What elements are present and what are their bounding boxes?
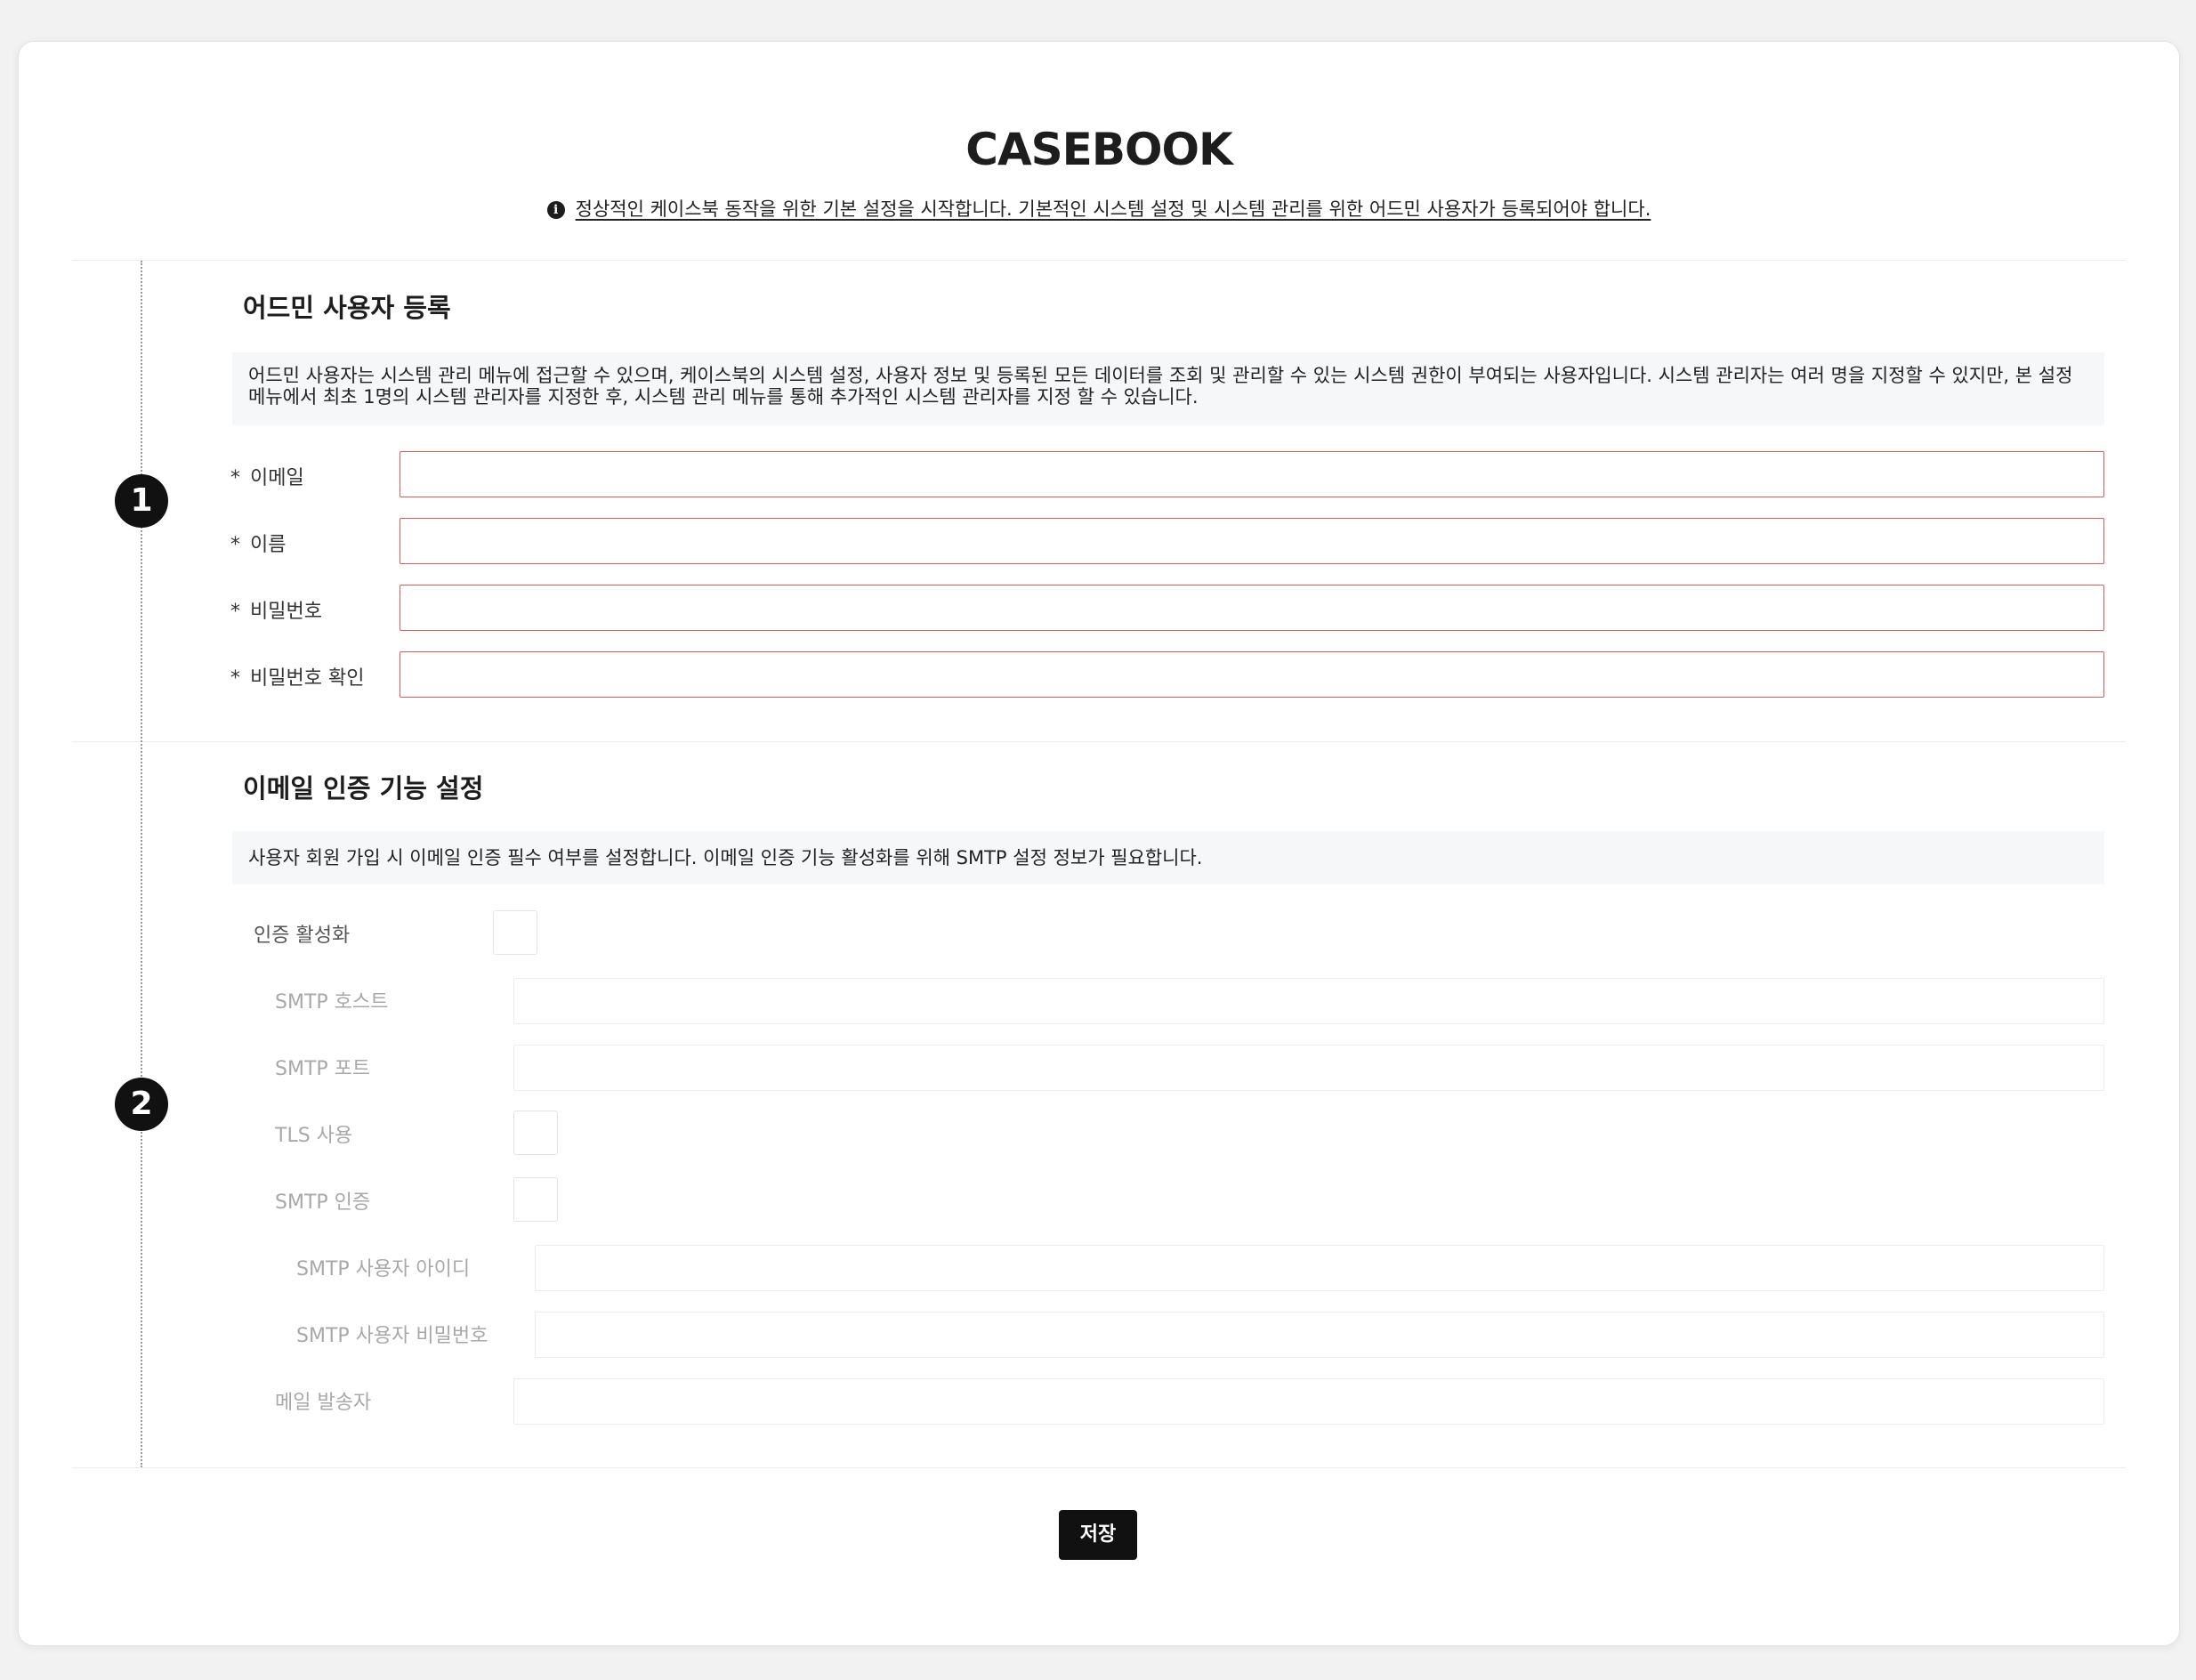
step-1-badge: 1: [115, 474, 168, 528]
step-timeline: [141, 261, 142, 1467]
divider-top: [72, 260, 2126, 261]
save-button[interactable]: 저장: [1059, 1510, 1137, 1560]
password-confirm-label: * 비밀번호 확인: [230, 667, 365, 690]
sender-label: 메일 발송자: [275, 1392, 372, 1414]
auth-enable-checkbox[interactable]: [493, 910, 537, 955]
tls-label: TLS 사용: [275, 1125, 353, 1147]
divider-bottom: [72, 1467, 2126, 1468]
password-confirm-field[interactable]: [400, 651, 2104, 698]
smtp-auth-label: SMTP 인증: [275, 1191, 371, 1214]
admin-section-title: 어드민 사용자 등록: [243, 293, 451, 323]
email-section-description: 사용자 회원 가입 시 이메일 인증 필수 여부를 설정합니다. 이메일 인증 …: [232, 831, 2104, 884]
required-mark: *: [230, 601, 240, 623]
email-field[interactable]: [400, 451, 2104, 497]
setup-notice: i 정상적인 케이스북 동작을 위한 기본 설정을 시작합니다. 기본적인 시스템…: [19, 195, 2179, 222]
step-2-badge: 2: [115, 1078, 168, 1131]
tls-checkbox[interactable]: [513, 1111, 558, 1155]
required-mark: *: [230, 467, 240, 489]
email-section-title: 이메일 인증 기능 설정: [243, 773, 484, 804]
divider-middle: [72, 741, 2126, 742]
sender-field[interactable]: [513, 1378, 2104, 1425]
notice-text: 정상적인 케이스북 동작을 위한 기본 설정을 시작합니다. 기본적인 시스템 …: [575, 198, 1651, 220]
smtp-port-label: SMTP 포트: [275, 1058, 371, 1080]
password-label: * 비밀번호: [230, 601, 322, 623]
info-icon: i: [546, 201, 565, 219]
name-label: * 이름: [230, 534, 287, 556]
email-label: * 이메일: [230, 467, 304, 489]
smtp-user-label: SMTP 사용자 아이디: [296, 1258, 471, 1280]
smtp-port-field[interactable]: [513, 1045, 2104, 1091]
smtp-host-label: SMTP 호스트: [275, 991, 389, 1014]
admin-section-description: 어드민 사용자는 시스템 관리 메뉴에 접근할 수 있으며, 케이스북의 시스템…: [232, 352, 2104, 425]
smtp-user-field[interactable]: [535, 1245, 2104, 1291]
name-field[interactable]: [400, 518, 2104, 564]
smtp-password-field[interactable]: [535, 1312, 2104, 1358]
casebook-logo: CASEBOOK: [965, 124, 1232, 175]
smtp-password-label: SMTP 사용자 비밀번호: [296, 1325, 488, 1347]
setup-card: CASEBOOK i 정상적인 케이스북 동작을 위한 기본 설정을 시작합니다.…: [18, 41, 2180, 1646]
required-mark: *: [230, 667, 240, 690]
smtp-auth-checkbox[interactable]: [513, 1177, 558, 1222]
required-mark: *: [230, 534, 240, 556]
smtp-host-field[interactable]: [513, 978, 2104, 1024]
auth-enable-label: 인증 활성화: [254, 925, 351, 947]
password-field[interactable]: [400, 585, 2104, 631]
